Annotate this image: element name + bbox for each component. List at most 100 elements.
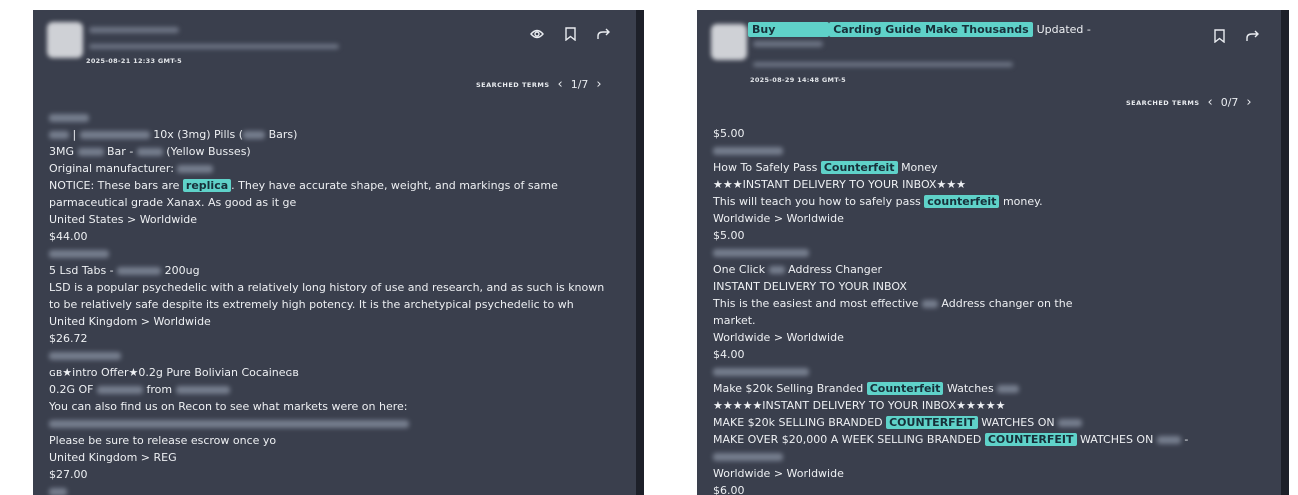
listing-title: Buy Carding Guide Make Thousands Updated… (748, 22, 1091, 37)
vendor-avatar (711, 24, 747, 60)
text-segment: (Yellow Busses) (166, 145, 251, 158)
text-segment: from (146, 383, 173, 396)
text-line: Make $20k Selling Branded Counterfeit Wa… (713, 380, 1188, 397)
text-segment: 10x (3mg) Pills ( (153, 128, 244, 141)
text-segment: One Click (713, 263, 766, 276)
share-icon[interactable] (1246, 30, 1260, 42)
blurred-text (243, 131, 266, 139)
searched-terms-label: SEARCHED TERMS (476, 80, 550, 89)
text-segment: This will teach you how to safely pass (713, 195, 921, 208)
text-segment: Watches (946, 382, 994, 395)
text-line: ★★★★★INSTANT DELIVERY TO YOUR INBOX★★★★★ (713, 399, 1006, 412)
vendor-avatar (47, 22, 83, 58)
search-term-highlight: Counterfeit (866, 382, 944, 395)
text-segment: WATCHES ON (1080, 433, 1154, 446)
blurred-vendor-name (753, 41, 823, 47)
text-line: One Click Address Changer (713, 261, 1188, 278)
blurred-text (713, 453, 783, 461)
text-line: parmaceutical grade Xanax. As good as it… (49, 196, 297, 209)
prev-term-button[interactable]: ‹ (1208, 96, 1213, 109)
text-line: United Kingdom > REG (49, 451, 177, 464)
blurred-text (713, 249, 809, 257)
scrollbar[interactable] (636, 10, 644, 495)
post-date: 2025-08-21 12:33 GMT-5 (86, 57, 182, 65)
blurred-text (1156, 436, 1181, 444)
text-line: Worldwide > Worldwide (713, 331, 844, 344)
text-line: $4.00 (713, 348, 745, 361)
blurred-text (77, 148, 104, 156)
text-line: Original manufacturer: (49, 160, 604, 177)
text-segment: 0.2G OF (49, 383, 94, 396)
text-line: $5.00 (713, 229, 745, 242)
eye-icon[interactable] (530, 28, 544, 40)
blurred-text (175, 386, 230, 394)
right-result-card: Buy Carding Guide Make Thousands Updated… (697, 10, 1289, 495)
text-line (713, 244, 1188, 261)
searched-terms-nav: SEARCHED TERMS ‹ 0/7 › (1126, 96, 1252, 109)
text-segment: Make $20k Selling Branded (713, 382, 864, 395)
text-line: to be relatively safe despite its extrem… (49, 298, 574, 311)
text-line: 0.2G OF from (49, 381, 604, 398)
text-segment: WATCHES ON (981, 416, 1055, 429)
search-term-highlight: COUNTERFEIT (984, 433, 1077, 446)
text-line: Worldwide > Worldwide (713, 212, 844, 225)
term-counter: 1/7 (570, 78, 589, 91)
blurred-text (1058, 419, 1083, 427)
blurred-text (49, 114, 89, 122)
bookmark-icon[interactable] (565, 27, 576, 41)
title-highlight-buy: Buy (748, 22, 830, 37)
text-line: United States > Worldwide (49, 213, 198, 226)
blurred-text (177, 165, 214, 173)
text-segment: Bar - (107, 145, 134, 158)
text-line: $44.00 (49, 230, 88, 243)
text-segment: MAKE $20k SELLING BRANDED (713, 416, 883, 429)
text-line (49, 347, 604, 364)
text-line: ★★★INSTANT DELIVERY TO YOUR INBOX★★★ (713, 178, 967, 191)
text-line: This will teach you how to safely pass c… (713, 193, 1188, 210)
blurred-vendor-name (89, 27, 179, 33)
text-segment: Address Changer (788, 263, 883, 276)
title-highlight-guide: Carding Guide Make Thousands (829, 22, 1033, 37)
blurred-text (49, 488, 67, 495)
text-line: 5 Lsd Tabs - 200ug (49, 262, 604, 279)
blurred-text (49, 420, 409, 428)
text-line (49, 245, 604, 262)
text-segment: Money (901, 161, 938, 174)
next-term-button[interactable]: › (1246, 96, 1251, 109)
text-segment: | (72, 128, 77, 141)
text-segment: 200ug (164, 264, 200, 277)
text-segment: How To Safely Pass (713, 161, 818, 174)
text-line: $27.00 (49, 468, 88, 481)
blurred-text (713, 368, 809, 376)
listing-text: | 10x (3mg) Pills ( Bars) 3MG Bar - (Yel… (49, 109, 604, 495)
text-line: | 10x (3mg) Pills ( Bars) (49, 126, 604, 143)
text-segment: Original manufacturer: (49, 162, 174, 175)
share-icon[interactable] (597, 28, 611, 40)
text-line: LSD is a popular psychedelic with a rela… (49, 281, 605, 294)
text-line (49, 109, 604, 126)
text-segment: 3MG (49, 145, 75, 158)
text-segment: NOTICE: These bars are (49, 179, 180, 192)
text-line (49, 415, 604, 432)
text-line (713, 142, 1188, 159)
blurred-text (117, 267, 162, 275)
text-segment: Bars) (268, 128, 298, 141)
search-term-highlight: Counterfeit (820, 161, 898, 174)
blurred-listing-url (753, 62, 1013, 67)
text-line: This is the easiest and most effective A… (713, 295, 1188, 312)
next-term-button[interactable]: › (596, 78, 601, 91)
text-line: ɢʙ★intro Offer★0.2g Pure Bolivian Cocain… (49, 366, 299, 379)
prev-term-button[interactable]: ‹ (558, 78, 563, 91)
text-line: MAKE OVER $20,000 A WEEK SELLING BRANDED… (713, 431, 1188, 448)
text-line: United Kingdom > Worldwide (49, 315, 211, 328)
blurred-text (136, 148, 163, 156)
text-segment: 5 Lsd Tabs - (49, 264, 114, 277)
text-line: 3MG Bar - (Yellow Busses) (49, 143, 604, 160)
scrollbar[interactable] (1281, 10, 1289, 495)
left-result-card: 2025-08-21 12:33 GMT-5 SEARCHED TERMS ‹ … (33, 10, 644, 495)
text-segment: This is the easiest and most effective (713, 297, 919, 310)
text-segment: MAKE OVER $20,000 A WEEK SELLING BRANDED (713, 433, 982, 446)
text-line (49, 483, 604, 495)
text-segment: money. (1002, 195, 1043, 208)
bookmark-icon[interactable] (1214, 29, 1225, 43)
